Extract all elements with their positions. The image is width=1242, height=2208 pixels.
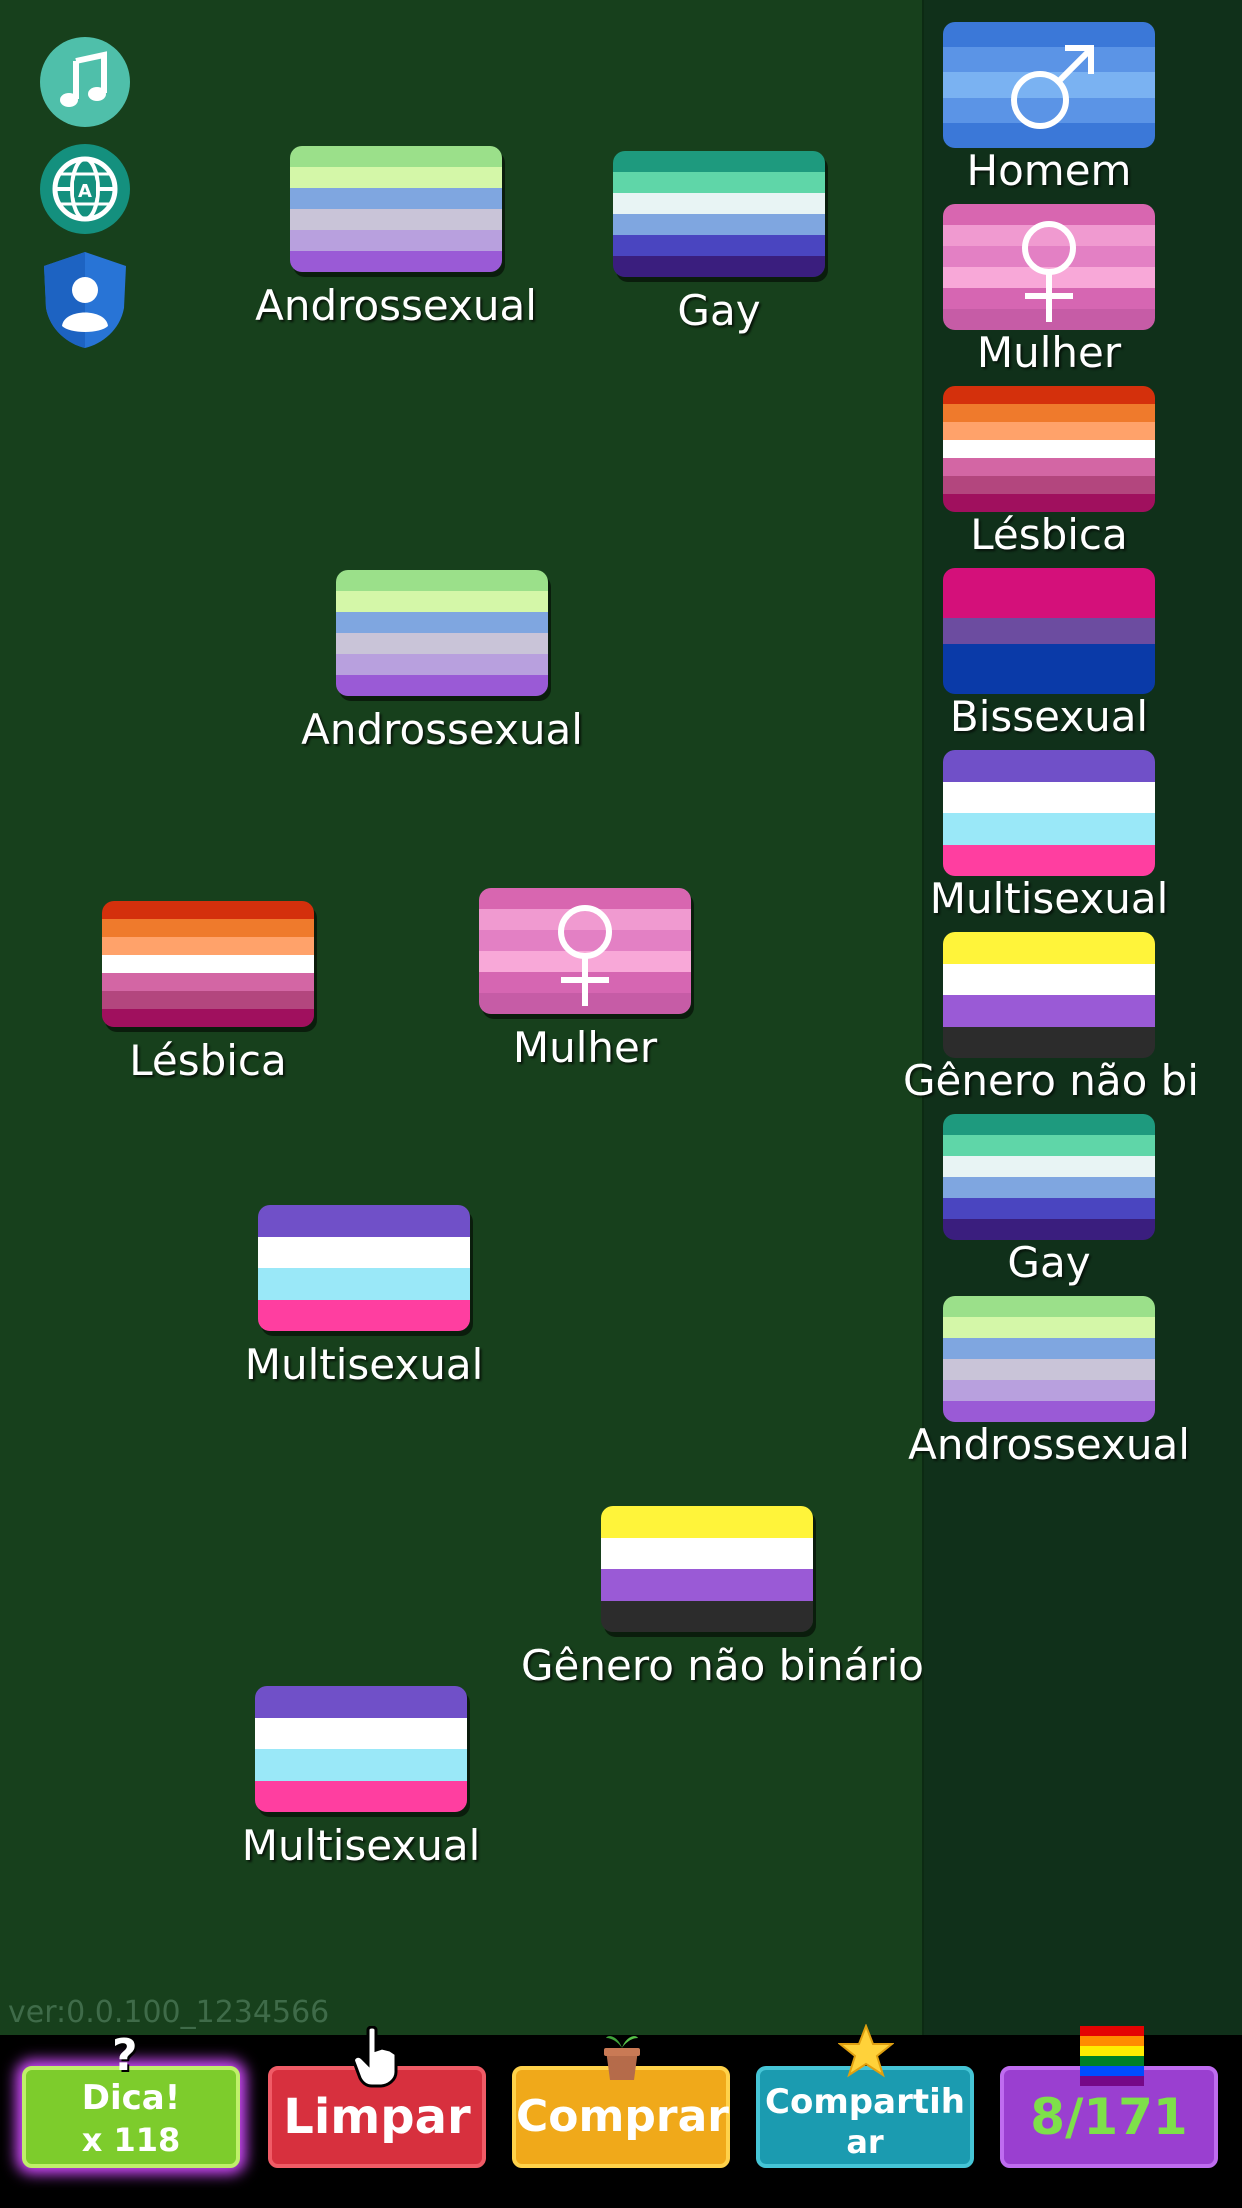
tile-label: Multisexual bbox=[244, 1340, 484, 1389]
sidebar-item-mulher[interactable]: Mulher bbox=[943, 204, 1155, 376]
flag-nao-binario bbox=[943, 932, 1155, 1058]
hint-label: Dica! bbox=[81, 2078, 181, 2118]
sidebar-item-homem[interactable]: Homem bbox=[943, 22, 1155, 194]
flag-mulher bbox=[479, 888, 691, 1014]
music-toggle-button[interactable] bbox=[40, 37, 130, 127]
tile-label: Androssexual bbox=[255, 281, 537, 330]
flag-multisexual bbox=[258, 1205, 470, 1331]
sidebar-item-label: Homem bbox=[966, 148, 1132, 194]
sidebar-item-androssexual[interactable]: Androssexual bbox=[908, 1296, 1190, 1468]
sidebar-item-label: Gay bbox=[1007, 1240, 1091, 1286]
sidebar-item-label: Bissexual bbox=[949, 694, 1149, 740]
question-mark-icon: ? bbox=[112, 2030, 138, 2081]
flag-androssexual bbox=[336, 570, 548, 696]
sidebar-item-gay[interactable]: Gay bbox=[943, 1114, 1155, 1286]
hand-pointer-icon bbox=[352, 2026, 398, 2088]
board-tile-genero-nao-binario[interactable]: Gênero não binário bbox=[521, 1506, 924, 1692]
male-symbol-icon bbox=[1011, 45, 1094, 129]
flag-gay bbox=[943, 1114, 1155, 1240]
tile-label: Gay bbox=[677, 286, 761, 335]
flag-multisexual bbox=[943, 750, 1155, 876]
tile-label: Androssexual bbox=[301, 705, 583, 754]
board-tile-multisexual-2[interactable]: Multisexual bbox=[242, 1686, 480, 1872]
share-label-line1: Compartih bbox=[765, 2082, 965, 2122]
svg-text:A: A bbox=[78, 181, 92, 202]
female-symbol-icon bbox=[558, 905, 612, 1006]
tile-label: Gênero não binário bbox=[521, 1641, 924, 1690]
buy-label: Comprar bbox=[516, 2091, 729, 2142]
board-tile-multisexual[interactable]: Multisexual bbox=[245, 1205, 483, 1391]
flag-androssexual bbox=[290, 146, 502, 272]
sidebar-item-label: Androssexual bbox=[908, 1422, 1190, 1468]
share-label-line2: ar bbox=[846, 2123, 884, 2161]
globe-language-icon: A bbox=[52, 156, 118, 222]
tile-label: Multisexual bbox=[241, 1821, 481, 1870]
sidebar-item-label: Mulher bbox=[976, 330, 1122, 376]
tile-label: Mulher bbox=[512, 1023, 658, 1072]
flag-nao-binario bbox=[601, 1506, 813, 1632]
flag-bissexual bbox=[943, 568, 1155, 694]
star-icon bbox=[838, 2024, 894, 2078]
hint-button[interactable]: Dica! x 118 bbox=[22, 2066, 240, 2168]
flag-mulher bbox=[943, 204, 1155, 330]
sidebar-item-multisexual[interactable]: Multisexual bbox=[930, 750, 1168, 922]
tile-label: Lésbica bbox=[129, 1036, 287, 1085]
flag-homem bbox=[943, 22, 1155, 148]
version-label: ver:0.0.100_1234566 bbox=[8, 1995, 330, 2030]
music-note-icon bbox=[60, 51, 107, 107]
language-button[interactable]: A bbox=[40, 144, 130, 234]
sidebar-item-label: Lésbica bbox=[970, 512, 1128, 558]
board-tile-gay[interactable]: Gay bbox=[613, 151, 825, 337]
flag-gay bbox=[613, 151, 825, 277]
female-symbol-icon bbox=[1022, 221, 1076, 322]
rainbow-flag-icon bbox=[1080, 2026, 1144, 2086]
share-button[interactable]: Compartih ar bbox=[756, 2066, 974, 2168]
plant-pot-icon bbox=[604, 2036, 640, 2080]
board-tile-lesbica[interactable]: Lésbica bbox=[102, 901, 314, 1087]
privacy-button[interactable] bbox=[40, 250, 130, 350]
flag-androssexual bbox=[943, 1296, 1155, 1422]
sidebar-item-label: Multisexual bbox=[929, 876, 1169, 922]
sidebar-item-bissexual[interactable]: Bissexual bbox=[943, 568, 1155, 740]
board-tile-mulher[interactable]: Mulher bbox=[479, 888, 691, 1074]
sidebar-item-label: Gênero não binário bbox=[903, 1058, 1195, 1104]
flag-lesbica bbox=[943, 386, 1155, 512]
sidebar-item-lesbica[interactable]: Lésbica bbox=[943, 386, 1155, 558]
board-tile-androssexual[interactable]: Androssexual bbox=[255, 146, 537, 332]
sidebar-item-genero-nao-binario[interactable]: Gênero não binário bbox=[903, 932, 1195, 1104]
hint-count: x 118 bbox=[81, 2121, 181, 2159]
flag-multisexual bbox=[255, 1686, 467, 1812]
shield-user-icon bbox=[44, 252, 126, 348]
flag-lesbica bbox=[102, 901, 314, 1027]
board-tile-androssexual-2[interactable]: Androssexual bbox=[301, 570, 583, 756]
